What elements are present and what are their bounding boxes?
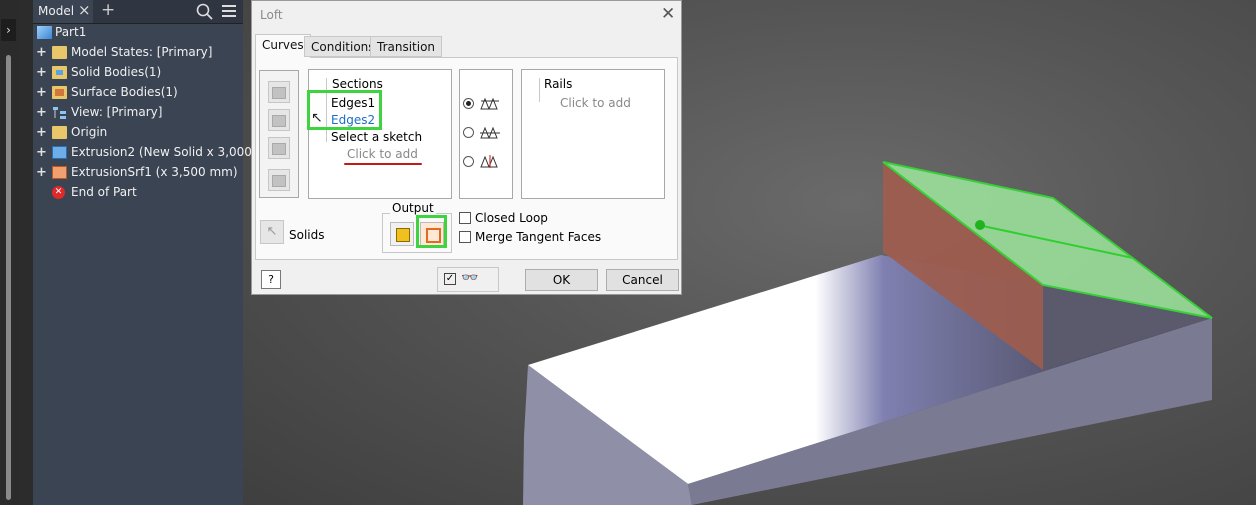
add-tab-icon[interactable]: + xyxy=(101,0,115,20)
move-up-button[interactable] xyxy=(268,81,290,103)
tree-item-solid-bodies[interactable]: + Solid Bodies(1) xyxy=(33,63,243,83)
ok-button[interactable]: OK xyxy=(525,269,598,291)
area-loft-mode-radio[interactable] xyxy=(463,156,474,167)
merge-tangent-faces-checkbox[interactable] xyxy=(459,231,471,243)
help-button[interactable]: ? xyxy=(261,270,281,289)
area-loft-mode-icon xyxy=(480,155,498,168)
expand-icon[interactable]: + xyxy=(36,165,47,180)
tree-item-extrusionsrf1[interactable]: + ExtrusionSrf1 (x 3,500 mm) xyxy=(33,163,243,183)
reverse-button[interactable] xyxy=(268,137,290,159)
list-guide-line xyxy=(539,78,540,102)
expand-icon[interactable]: + xyxy=(36,145,47,160)
view-icon xyxy=(53,107,66,119)
part-cube-icon xyxy=(37,26,52,39)
rails-mode-icon xyxy=(480,97,499,110)
browser-tab-bar: Model × + xyxy=(33,0,243,24)
tab-transition[interactable]: Transition xyxy=(370,36,443,57)
output-label: Output xyxy=(390,201,436,215)
loft-dialog: Loft ✕ Curves Conditions Transition Sect… xyxy=(251,0,682,295)
tree-item-extrusion2[interactable]: + Extrusion2 (New Solid x 3,000 xyxy=(33,143,252,163)
tab-model[interactable]: Model × xyxy=(33,0,93,23)
tree-item-model-states[interactable]: + Model States: [Primary] xyxy=(33,43,243,63)
tab-curves[interactable]: Curves xyxy=(255,34,311,58)
expand-icon[interactable]: + xyxy=(36,45,47,60)
options-button[interactable] xyxy=(268,169,290,191)
solid-bodies-folder-icon xyxy=(52,66,67,79)
solids-select-button[interactable]: ↖ xyxy=(260,220,284,244)
rails-click-to-add[interactable]: Click to add xyxy=(560,96,631,110)
loft-mode-options xyxy=(459,69,513,199)
tree-item-label: Part1 xyxy=(55,25,87,39)
rails-list[interactable]: Rails Click to add xyxy=(521,69,665,199)
rails-header: Rails xyxy=(544,77,573,91)
tree-item-origin[interactable]: + Origin xyxy=(33,123,243,143)
close-icon[interactable]: ✕ xyxy=(661,4,675,24)
left-strip: › xyxy=(0,0,17,505)
section-order-buttons xyxy=(259,70,299,198)
tree-item-label: Solid Bodies(1) xyxy=(71,65,162,79)
surface-bodies-folder-icon xyxy=(52,86,67,99)
closed-loop-label: Closed Loop xyxy=(475,211,548,225)
end-of-part-icon: ✕ xyxy=(52,186,65,199)
expand-panel-button[interactable]: › xyxy=(1,19,16,41)
browser-gutter xyxy=(17,0,33,505)
mouse-cursor-icon: ↖ xyxy=(311,110,323,126)
tab-model-label: Model xyxy=(38,4,75,18)
dialog-title: Loft xyxy=(260,8,283,22)
red-underline-annotation xyxy=(344,163,422,165)
folder-icon xyxy=(52,46,67,59)
scrollbar[interactable] xyxy=(6,55,11,500)
tree-item-label: Origin xyxy=(71,125,108,139)
cancel-button[interactable]: Cancel xyxy=(606,269,679,291)
tree-item-end-of-part[interactable]: ✕ End of Part xyxy=(33,183,243,203)
folder-icon xyxy=(52,126,67,139)
extrusion-icon xyxy=(52,146,67,159)
centerline-mode-radio[interactable] xyxy=(463,127,474,138)
solid-output-icon xyxy=(396,228,410,242)
centerline-mode-icon xyxy=(480,126,500,139)
tree-item-label: ExtrusionSrf1 (x 3,500 mm) xyxy=(71,165,238,179)
tree-item-label: Model States: [Primary] xyxy=(71,45,213,59)
tree-item-label: Extrusion2 (New Solid x 3,000 xyxy=(71,145,252,159)
solids-label: Solids xyxy=(289,228,325,242)
closed-loop-checkbox[interactable] xyxy=(459,212,471,224)
expand-icon[interactable]: + xyxy=(36,125,47,140)
tree-item-label: View: [Primary] xyxy=(71,105,163,119)
section-prompt: Select a sketch xyxy=(331,130,423,144)
preview-glasses-icon[interactable]: 👓 xyxy=(461,270,478,286)
expand-icon[interactable]: + xyxy=(36,105,47,120)
menu-icon[interactable] xyxy=(221,3,237,19)
merge-tangent-faces-label: Merge Tangent Faces xyxy=(475,230,602,244)
close-icon[interactable]: × xyxy=(78,1,91,19)
tree-item-part1[interactable]: Part1 xyxy=(33,23,243,43)
search-icon[interactable] xyxy=(196,3,214,21)
move-down-button[interactable] xyxy=(268,109,290,131)
expand-icon[interactable]: + xyxy=(36,65,47,80)
tree-item-label: Surface Bodies(1) xyxy=(71,85,178,99)
output-solid-button[interactable] xyxy=(390,222,414,246)
green-highlight-output xyxy=(416,215,447,248)
expand-icon[interactable]: + xyxy=(36,85,47,100)
sections-click-to-add[interactable]: Click to add xyxy=(347,147,418,161)
surface-extrusion-icon xyxy=(52,166,67,179)
tree-item-surface-bodies[interactable]: + Surface Bodies(1) xyxy=(33,83,243,103)
sections-list[interactable]: Sections Edges1 Edges2 Select a sketch C… xyxy=(308,69,452,199)
sections-header: Sections xyxy=(332,77,383,91)
tree-item-view[interactable]: + View: [Primary] xyxy=(33,103,243,123)
preview-checkbox[interactable]: ✓ xyxy=(444,273,456,285)
rails-mode-radio[interactable] xyxy=(463,98,474,109)
tree-item-label: End of Part xyxy=(71,185,137,199)
